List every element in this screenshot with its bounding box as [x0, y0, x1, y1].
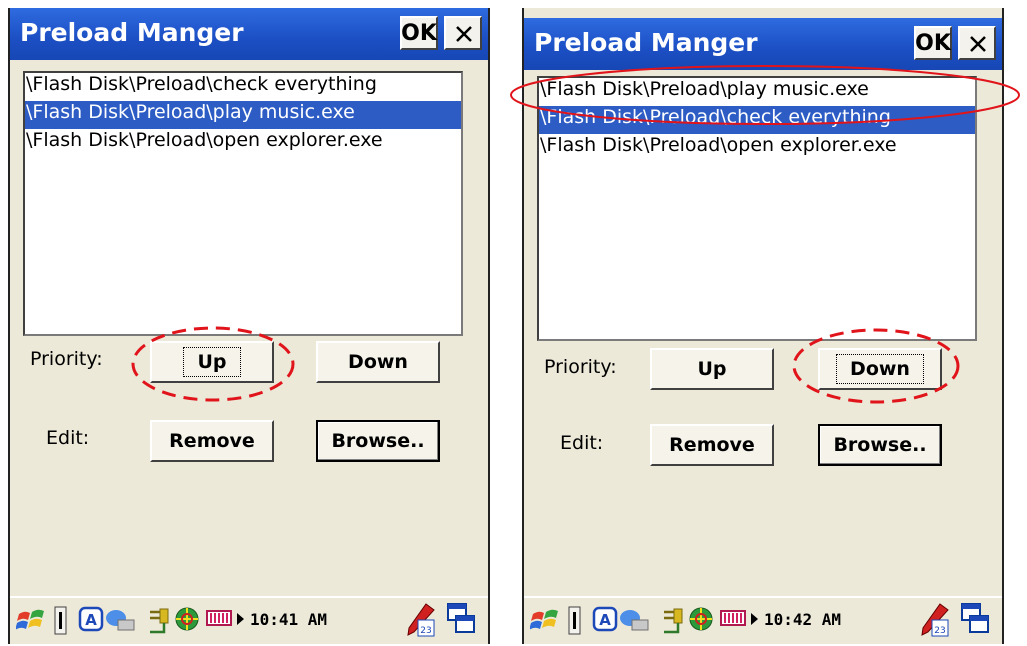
- input-panel-icon[interactable]: [54, 606, 68, 636]
- preload-manager-window-before: Preload Manger OK \Flash Disk\Preload\ch…: [8, 8, 490, 644]
- browse-button-label: Browse..: [833, 434, 927, 456]
- remove-button[interactable]: Remove: [650, 424, 774, 466]
- svg-text:23: 23: [420, 626, 431, 636]
- svg-text:A: A: [599, 611, 611, 629]
- list-item[interactable]: \Flash Disk\Preload\open explorer.exe: [539, 134, 975, 162]
- window-switch-icon[interactable]: [960, 602, 992, 636]
- pen-tablet-icon[interactable]: 23: [918, 602, 950, 638]
- taskbar: A 10:42 AM 23: [524, 596, 1002, 644]
- taskbar: A 10:41 AM 23: [10, 596, 488, 644]
- remove-button-label: Remove: [669, 434, 755, 456]
- svg-text:23: 23: [934, 626, 945, 636]
- priority-label: Priority:: [30, 348, 103, 370]
- list-item[interactable]: \Flash Disk\Preload\check everything: [25, 73, 461, 101]
- list-item-selected[interactable]: \Flash Disk\Preload\play music.exe: [25, 101, 461, 129]
- edit-label: Edit:: [560, 432, 604, 454]
- arrow-icon[interactable]: [236, 612, 246, 628]
- up-button[interactable]: Up: [650, 348, 774, 390]
- down-button[interactable]: Down: [316, 341, 440, 383]
- keyboard-a-icon[interactable]: A: [592, 606, 618, 634]
- title-bar: Preload Manger OK: [10, 8, 488, 60]
- svg-text:A: A: [85, 611, 97, 629]
- usb-plug-icon[interactable]: [660, 606, 688, 636]
- down-button[interactable]: Down: [818, 348, 942, 390]
- list-item[interactable]: \Flash Disk\Preload\play music.exe: [539, 78, 975, 106]
- close-button[interactable]: [444, 16, 482, 50]
- clock[interactable]: 10:41 AM: [250, 610, 327, 629]
- battery-icon[interactable]: [206, 606, 236, 632]
- preload-list[interactable]: \Flash Disk\Preload\check everything \Fl…: [23, 71, 463, 336]
- keyboard-a-icon[interactable]: A: [78, 606, 104, 634]
- remove-button[interactable]: Remove: [150, 420, 274, 462]
- title-bar: Preload Manger OK: [524, 18, 1002, 70]
- network-icon[interactable]: [104, 606, 138, 634]
- close-button[interactable]: [958, 26, 996, 60]
- input-panel-icon[interactable]: [568, 606, 582, 636]
- list-item-selected[interactable]: \Flash Disk\Preload\check everything: [539, 106, 975, 134]
- list-item[interactable]: \Flash Disk\Preload\open explorer.exe: [25, 129, 461, 157]
- arrow-icon[interactable]: [750, 612, 760, 628]
- globe-icon[interactable]: [174, 606, 202, 634]
- down-button-label: Down: [836, 354, 924, 384]
- start-flag-icon[interactable]: [16, 606, 46, 634]
- start-flag-icon[interactable]: [530, 606, 560, 634]
- window-switch-icon[interactable]: [446, 602, 478, 636]
- close-icon: [456, 26, 472, 42]
- preload-list[interactable]: \Flash Disk\Preload\play music.exe \Flas…: [537, 76, 977, 341]
- clock[interactable]: 10:42 AM: [764, 610, 841, 629]
- browse-button-label: Browse..: [331, 430, 425, 452]
- browse-button[interactable]: Browse..: [818, 424, 942, 466]
- window-title: Preload Manger: [534, 28, 758, 57]
- battery-icon[interactable]: [720, 606, 750, 632]
- pen-tablet-icon[interactable]: 23: [404, 602, 436, 638]
- up-button[interactable]: Up: [150, 341, 274, 383]
- up-button-label: Up: [697, 358, 727, 380]
- ok-button[interactable]: OK: [400, 16, 438, 50]
- priority-label: Priority:: [544, 356, 617, 378]
- network-icon[interactable]: [618, 606, 652, 634]
- remove-button-label: Remove: [169, 430, 255, 452]
- ok-button[interactable]: OK: [914, 26, 952, 60]
- up-button-label: Up: [183, 347, 241, 377]
- globe-icon[interactable]: [688, 606, 716, 634]
- browse-button[interactable]: Browse..: [316, 420, 440, 462]
- close-icon: [970, 36, 986, 52]
- down-button-label: Down: [348, 351, 408, 373]
- preload-manager-window-after: Preload Manger OK \Flash Disk\Preload\pl…: [522, 8, 1004, 644]
- edit-label: Edit:: [46, 427, 90, 449]
- window-title: Preload Manger: [20, 18, 244, 47]
- usb-plug-icon[interactable]: [146, 606, 174, 636]
